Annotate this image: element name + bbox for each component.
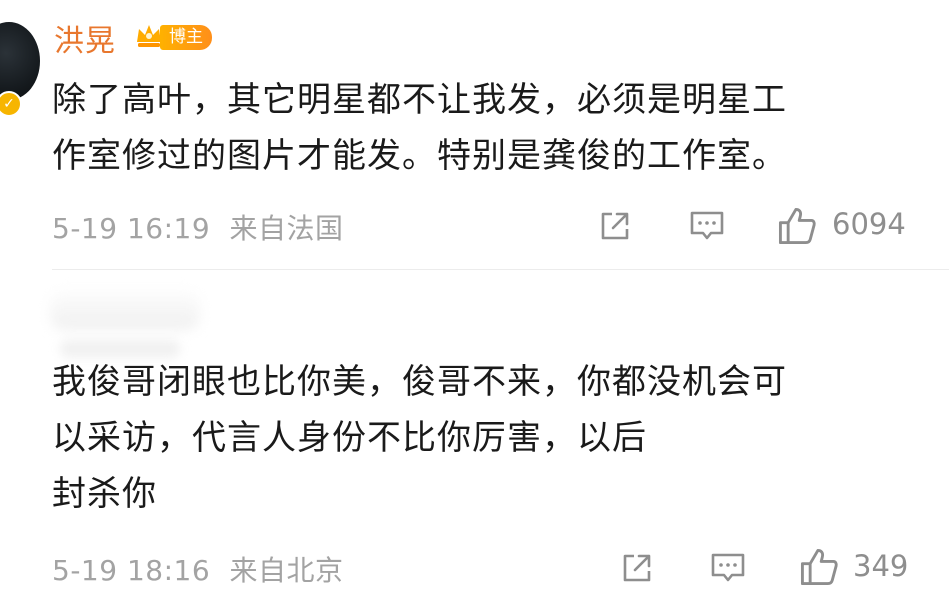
- like-icon[interactable]: [798, 546, 840, 588]
- source: 来自法国: [229, 212, 344, 245]
- source: 来自北京: [229, 554, 344, 587]
- blogger-badge: 博主: [160, 25, 212, 50]
- like-count: 6094: [832, 207, 906, 241]
- reply-meta: 5-19 18:16 来自北京: [52, 549, 344, 589]
- share-icon[interactable]: [596, 207, 634, 245]
- post-text-line: 除了高叶，其它明星都不让我发，必须是明星工: [52, 80, 787, 120]
- redaction-mask: [738, 414, 898, 466]
- blurred-username: [50, 290, 200, 330]
- post-text-line: 作室修过的图片才能发。特别是龚俊的工作室。: [52, 136, 787, 176]
- divider: [52, 269, 949, 270]
- share-icon[interactable]: [618, 549, 656, 587]
- timestamp: 5-19 16:19: [52, 212, 211, 245]
- timestamp: 5-19 18:16: [52, 554, 211, 587]
- post-meta: 5-19 16:19 来自法国: [52, 207, 344, 247]
- reply-text-line: 以采访，代言人身份不比你厉害，以后: [52, 418, 647, 458]
- username[interactable]: 洪晃: [54, 16, 116, 60]
- avatar[interactable]: [0, 22, 40, 100]
- comment-icon[interactable]: [688, 207, 726, 245]
- like-icon[interactable]: [776, 205, 818, 247]
- verified-icon: ✓: [0, 91, 22, 117]
- reply-text-line: 我俊哥闭眼也比你美，俊哥不来，你都没机会可: [52, 362, 787, 402]
- comment-icon[interactable]: [709, 549, 747, 587]
- reply-text-line: 封杀你: [52, 474, 157, 514]
- like-count: 349: [853, 549, 909, 583]
